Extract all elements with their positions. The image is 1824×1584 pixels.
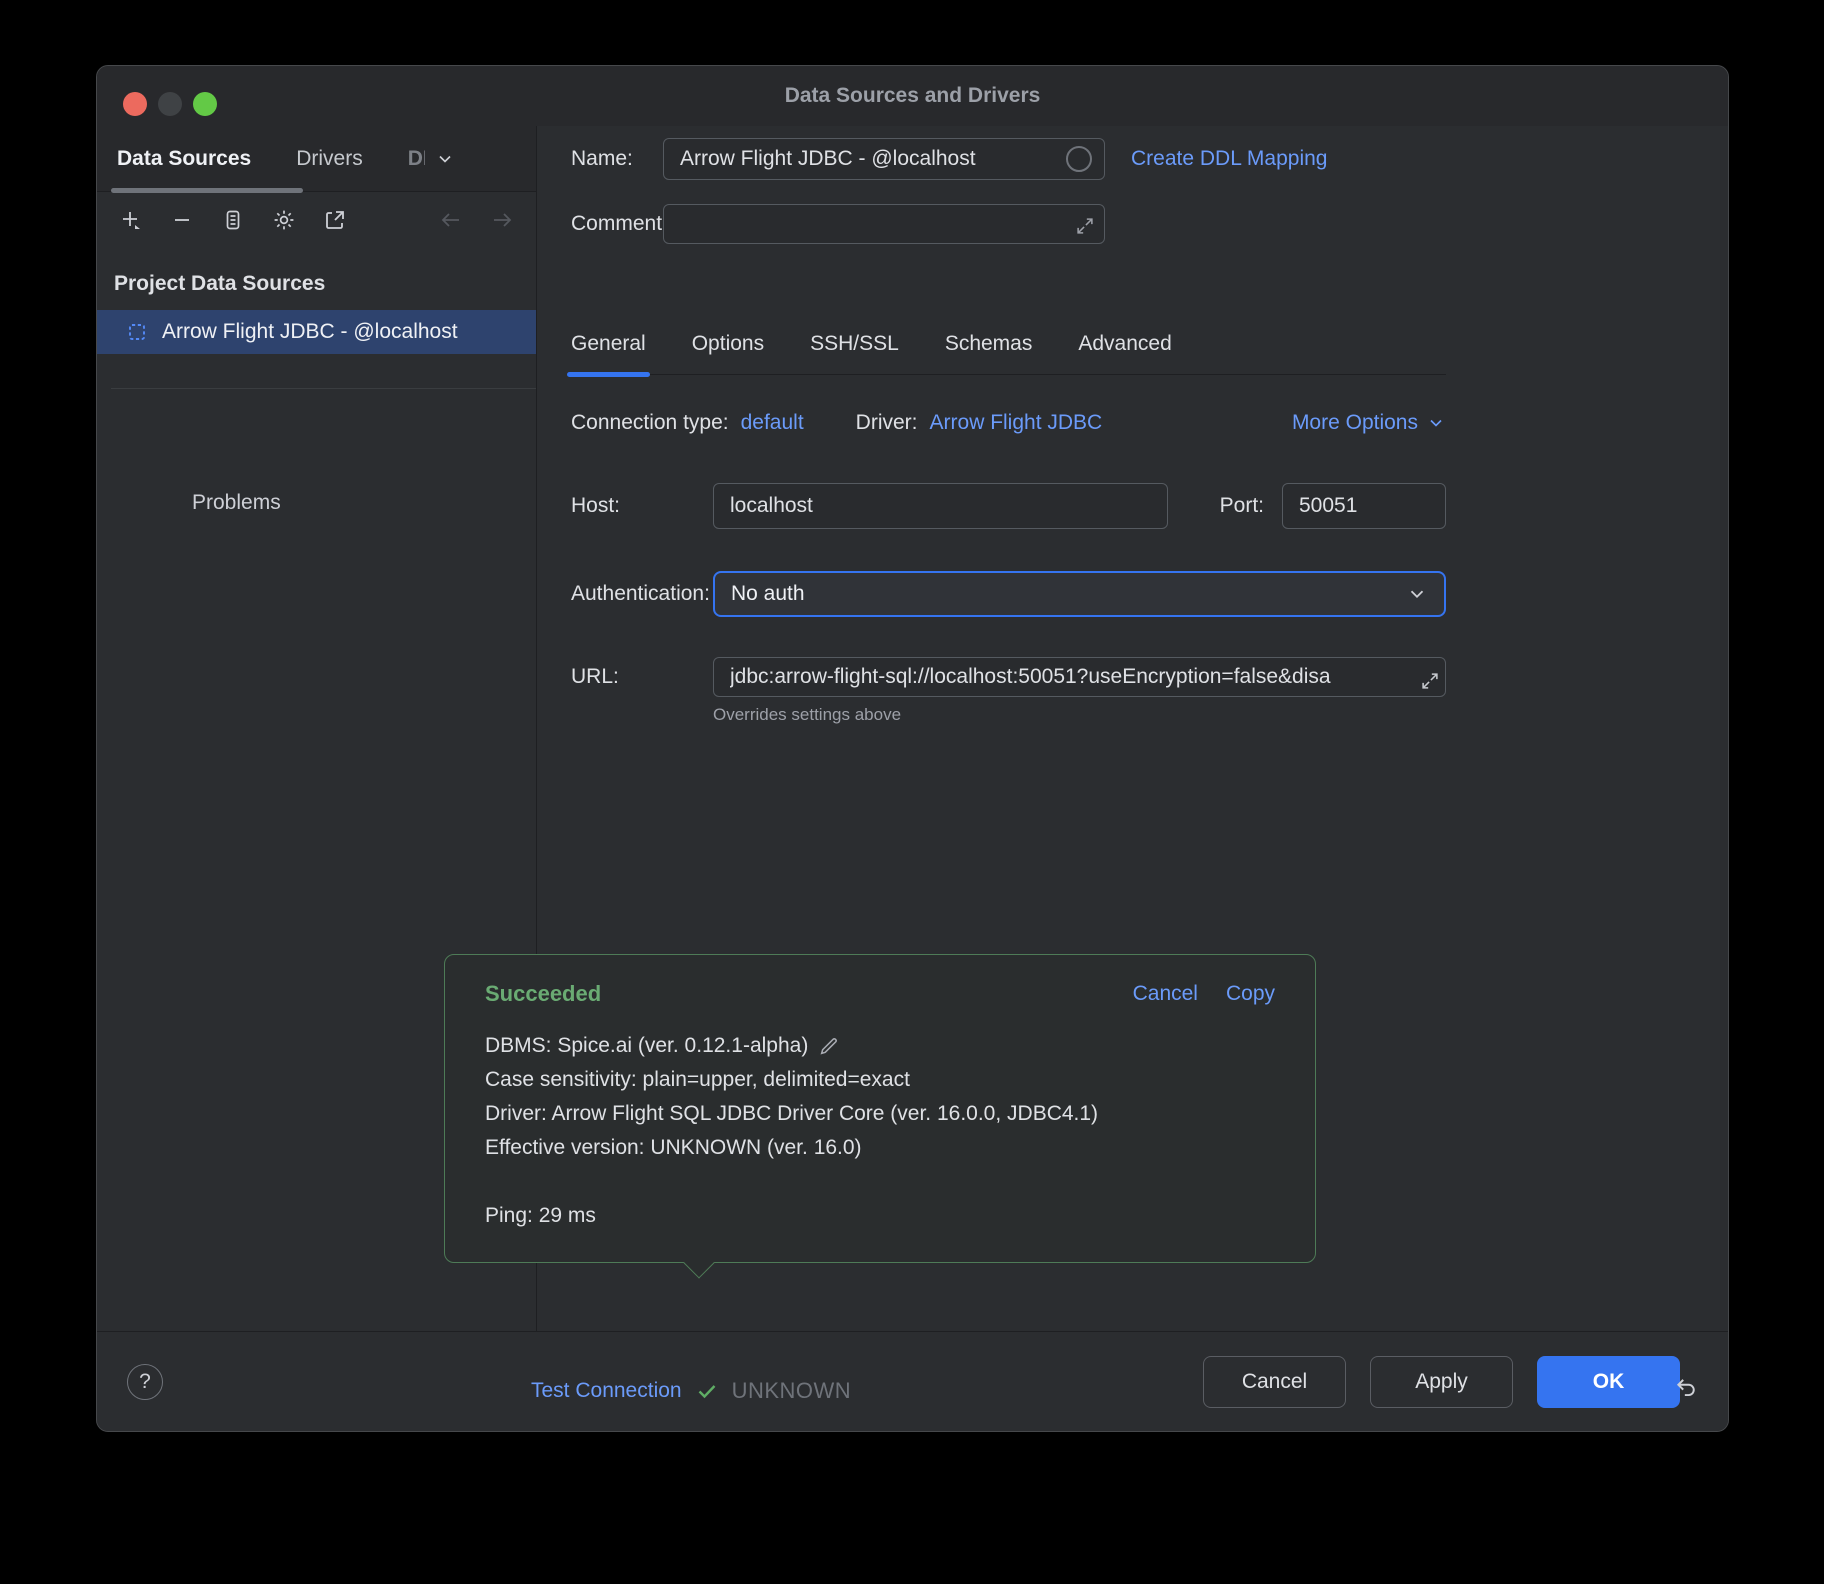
- ping-info: Ping: 29 ms: [485, 1199, 596, 1233]
- cancel-button[interactable]: Cancel: [1203, 1356, 1346, 1408]
- expand-icon[interactable]: [1074, 215, 1096, 237]
- tree-item-label: Arrow Flight JDBC - @localhost: [162, 320, 458, 344]
- name-row: Name: Arrow Flight JDBC - @localhost Cre…: [571, 138, 1446, 180]
- problems-link[interactable]: Problems: [97, 491, 536, 515]
- expand-icon[interactable]: [1419, 670, 1441, 692]
- tab-ssh-ssl[interactable]: SSH/SSL: [810, 332, 899, 356]
- remove-icon[interactable]: [170, 208, 194, 232]
- host-row: Host: localhost Port: 50051: [571, 483, 1446, 529]
- tab-advanced[interactable]: Advanced: [1078, 332, 1171, 356]
- add-icon[interactable]: [119, 208, 143, 232]
- back-arrow-icon[interactable]: [439, 208, 463, 232]
- open-external-icon[interactable]: [323, 208, 347, 232]
- comment-input[interactable]: [663, 204, 1105, 244]
- driver-label: Driver:: [856, 411, 918, 435]
- help-icon[interactable]: ?: [127, 1364, 163, 1400]
- name-input[interactable]: Arrow Flight JDBC - @localhost: [663, 138, 1105, 180]
- sidebar-tabs: Data Sources Drivers DDL Mappings: [97, 126, 536, 192]
- tab-data-sources[interactable]: Data Sources: [117, 147, 251, 171]
- authentication-row: Authentication: No auth: [571, 571, 1446, 617]
- test-connection-link[interactable]: Test Connection: [531, 1379, 682, 1403]
- window-title: Data Sources and Drivers: [97, 66, 1728, 126]
- driver-value-link[interactable]: Arrow Flight JDBC: [930, 411, 1103, 435]
- tree-item-arrow-flight-jdbc[interactable]: Arrow Flight JDBC - @localhost: [97, 310, 536, 354]
- url-input[interactable]: jdbc:arrow-flight-sql://localhost:50051?…: [713, 657, 1446, 697]
- connection-status-text: UNKNOWN: [732, 1378, 852, 1404]
- status-badge: Succeeded: [485, 981, 601, 1007]
- tab-schemas[interactable]: Schemas: [945, 332, 1033, 356]
- duplicate-icon[interactable]: [221, 208, 245, 232]
- comment-label: Comment:: [571, 212, 663, 236]
- chevron-down-icon[interactable]: [435, 149, 455, 169]
- data-sources-dialog: Data Sources and Drivers Data Sources Dr…: [96, 65, 1729, 1432]
- data-source-icon: [127, 322, 147, 342]
- popup-copy-link[interactable]: Copy: [1226, 982, 1275, 1006]
- authentication-label: Authentication:: [571, 582, 713, 606]
- tab-general[interactable]: General: [571, 332, 646, 356]
- url-hint-text: Overrides settings above: [571, 705, 1446, 725]
- form-tabs: General Options SSH/SSL Schemas Advanced: [571, 332, 1446, 375]
- url-label: URL:: [571, 665, 713, 689]
- ok-button[interactable]: OK: [1537, 1356, 1680, 1408]
- forward-arrow-icon[interactable]: [490, 208, 514, 232]
- project-data-sources-header: Project Data Sources: [97, 248, 536, 304]
- gear-icon[interactable]: [272, 208, 296, 232]
- dbms-info: DBMS: Spice.ai (ver. 0.12.1-alpha): [485, 1029, 808, 1063]
- chevron-down-icon: [1406, 583, 1428, 605]
- tab-options[interactable]: Options: [692, 332, 764, 356]
- name-refresh-icon: [1066, 146, 1092, 172]
- name-label: Name:: [571, 147, 663, 171]
- revert-icon[interactable]: [1674, 1375, 1700, 1401]
- test-connection-result-popup: Succeeded Cancel Copy DBMS: Spice.ai (ve…: [444, 954, 1316, 1263]
- effective-version-info: Effective version: UNKNOWN (ver. 16.0): [485, 1131, 862, 1165]
- popup-details: DBMS: Spice.ai (ver. 0.12.1-alpha) Case …: [485, 1029, 1275, 1233]
- active-tab-indicator: [111, 188, 303, 193]
- checkmark-icon: [695, 1379, 719, 1403]
- port-input[interactable]: 50051: [1282, 483, 1446, 529]
- title-bar: Data Sources and Drivers: [97, 66, 1728, 126]
- case-sensitivity-info: Case sensitivity: plain=upper, delimited…: [485, 1063, 910, 1097]
- apply-button[interactable]: Apply: [1370, 1356, 1513, 1408]
- popup-cancel-link[interactable]: Cancel: [1133, 982, 1198, 1006]
- sidebar-divider: [111, 388, 536, 389]
- dialog-footer: ? Cancel Apply OK: [97, 1331, 1728, 1431]
- create-ddl-mapping-link[interactable]: Create DDL Mapping: [1131, 147, 1328, 171]
- connection-type-value-link[interactable]: default: [741, 411, 804, 435]
- url-row: URL: jdbc:arrow-flight-sql://localhost:5…: [571, 657, 1446, 697]
- comment-row: Comment:: [571, 204, 1446, 244]
- connection-type-label: Connection type:: [571, 411, 729, 435]
- authentication-select[interactable]: No auth: [713, 571, 1446, 617]
- chevron-down-icon: [1426, 413, 1446, 433]
- connection-type-row: Connection type: default Driver: Arrow F…: [571, 409, 1446, 437]
- host-label: Host:: [571, 494, 713, 518]
- sidebar-toolbar: [97, 192, 536, 248]
- port-label: Port:: [1220, 494, 1264, 518]
- tab-drivers[interactable]: Drivers: [296, 147, 363, 171]
- tab-ddl-mappings-truncated[interactable]: DDL Mappings: [408, 147, 455, 171]
- driver-info: Driver: Arrow Flight SQL JDBC Driver Cor…: [485, 1097, 1098, 1131]
- pencil-icon[interactable]: [818, 1035, 840, 1057]
- host-input[interactable]: localhost: [713, 483, 1168, 529]
- test-connection-row: Test Connection UNKNOWN: [531, 1378, 851, 1404]
- more-options-link[interactable]: More Options: [1292, 411, 1446, 435]
